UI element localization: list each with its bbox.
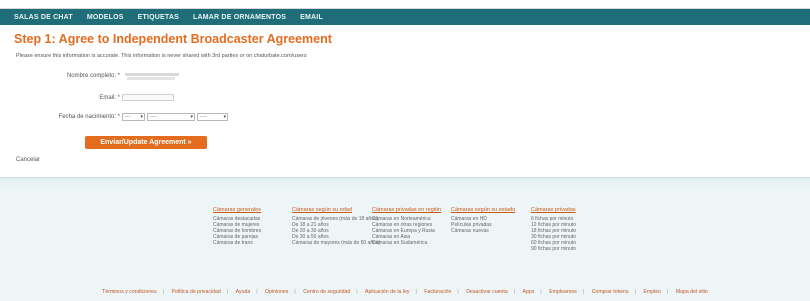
footer-bottom-link[interactable]: Aplicación de la ley: [365, 289, 409, 295]
dob-row: Fecha de nacimiento: *: [0, 112, 120, 122]
footer-column-region: Cámaras privadas en región Cámaras en No…: [372, 206, 441, 246]
footer-link[interactable]: Cámaras de trans: [213, 240, 261, 246]
nav-item-models[interactable]: MODELOS: [87, 14, 124, 21]
dob-day-select[interactable]: --- ▾: [122, 113, 145, 121]
footer-link[interactable]: Cámaras nuevas: [451, 228, 515, 234]
footer-bottom-link[interactable]: Mapa del sitio: [676, 289, 708, 295]
name-text-blur-2: [127, 77, 175, 80]
nav-item-tags[interactable]: ETIQUETAS: [138, 14, 179, 21]
name-row: Nombre completo: *: [0, 71, 120, 81]
chevron-down-icon: ▾: [190, 114, 193, 120]
footer-bottom-link[interactable]: Emplearnos: [549, 289, 577, 295]
submit-agreement-button[interactable]: Enviar/Update Agreement »: [85, 136, 207, 149]
name-text-blur: [125, 73, 179, 76]
footer-bottom-link[interactable]: Empleo: [643, 289, 661, 295]
nav-item-email[interactable]: EMAIL: [300, 14, 323, 21]
separator: |: [162, 289, 165, 295]
cancel-link[interactable]: Cancelar: [16, 157, 40, 163]
name-label: Nombre completo: *: [66, 73, 120, 79]
separator: |: [294, 289, 296, 295]
email-row: Email: *: [0, 93, 120, 103]
email-field[interactable]: [122, 94, 174, 101]
email-label: Email: *: [99, 95, 120, 101]
main-nav: SALAS DE CHAT MODELOS ETIQUETAS LAMAR DE…: [0, 9, 810, 25]
separator: |: [582, 289, 585, 295]
separator: |: [226, 289, 229, 295]
footer-column-general: Cámaras generales Cámaras destacadas Cám…: [213, 206, 261, 246]
footer-bottom-link[interactable]: Opiniones: [265, 289, 288, 295]
dob-month-select[interactable]: ---- ▾: [147, 113, 195, 121]
full-name-field[interactable]: [122, 72, 182, 80]
footer-column-title[interactable]: Cámaras privadas en región: [372, 206, 441, 214]
footer-column-title[interactable]: Cámaras generales: [213, 206, 261, 214]
separator: |: [415, 289, 417, 295]
footer-bottom-link[interactable]: Apps: [523, 289, 535, 295]
nav-item-chat-rooms[interactable]: SALAS DE CHAT: [14, 14, 73, 21]
separator: |: [667, 289, 669, 295]
footer-column-private: Cámaras privadas 6 fichas por minuto 12 …: [531, 206, 576, 252]
separator: |: [634, 289, 636, 295]
footer-link[interactable]: Cámaras en Sudamérica: [372, 240, 441, 246]
separator: |: [356, 289, 358, 295]
footer-bottom-link[interactable]: Desactivar cuenta: [466, 289, 508, 295]
footer-link[interactable]: 90 fichas por minuto: [531, 246, 576, 252]
intro-text: Please ensure this information is accura…: [16, 53, 307, 59]
chevron-down-icon: ▾: [223, 114, 226, 120]
separator: |: [513, 289, 516, 295]
footer-bottom-link[interactable]: Ayuda: [236, 289, 251, 295]
page-title: Step 1: Agree to Independent Broadcaster…: [14, 32, 332, 46]
separator: |: [256, 289, 258, 295]
footer-column-title[interactable]: Cámaras privadas: [531, 206, 576, 214]
footer-divider: [0, 178, 810, 188]
footer-bottom-link[interactable]: Comprar tokens: [592, 289, 629, 295]
footer-link-bar: Términos y condiciones | Política de priv…: [0, 289, 810, 295]
separator: |: [457, 289, 459, 295]
footer-column-title[interactable]: Cámaras según su estado: [451, 206, 515, 214]
agreement-form: Step 1: Agree to Independent Broadcaster…: [0, 25, 810, 177]
dob-label: Fecha de nacimiento: *: [58, 114, 120, 120]
footer-bottom-link[interactable]: Términos y condiciones: [102, 289, 157, 295]
footer-column-status: Cámaras según su estado Cámaras en HD Pe…: [451, 206, 515, 234]
footer-bottom-link[interactable]: Centro de seguridad: [303, 289, 350, 295]
site-footer: Cámaras generales Cámaras destacadas Cám…: [0, 177, 810, 301]
separator: |: [540, 289, 542, 295]
dob-year-select[interactable]: ---- ▾: [197, 113, 228, 121]
footer-bottom-link[interactable]: Política de privacidad: [171, 289, 220, 295]
top-strip: [0, 0, 810, 9]
footer-column-title[interactable]: Cámaras según su edad: [292, 206, 380, 214]
footer-bottom-link[interactable]: Facturación: [424, 289, 451, 295]
chevron-down-icon: ▾: [140, 114, 143, 120]
footer-column-age: Cámaras según su edad Cámaras de jóvenes…: [292, 206, 380, 246]
footer-link[interactable]: Cámaras de mayores (más de 50 años): [292, 240, 380, 246]
nav-item-ornaments[interactable]: LAMAR DE ORNAMENTOS: [193, 14, 286, 21]
